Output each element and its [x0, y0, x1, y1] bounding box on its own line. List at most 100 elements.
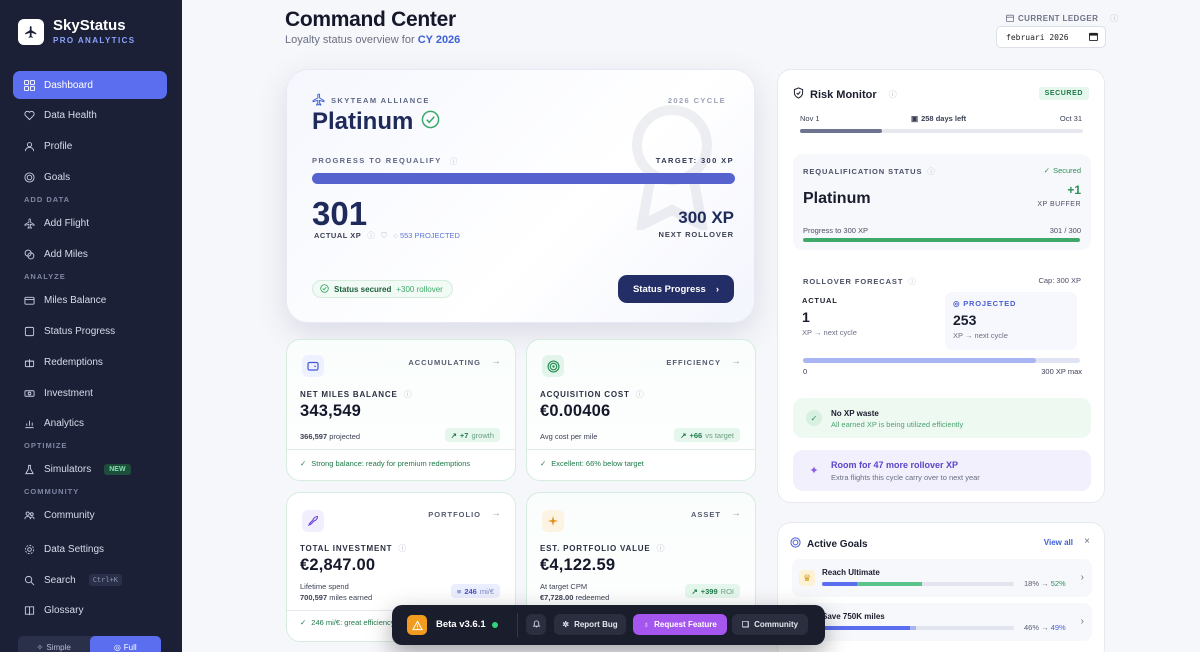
risk-title: Risk Monitor ⓘ — [793, 87, 897, 102]
card-footer: ✓ Excellent: 66% below target — [540, 459, 644, 468]
chevron-right-icon: › — [1080, 572, 1084, 583]
card-sub: Lifetime spend 700,597 miles earned — [300, 581, 372, 603]
notification-bell-button[interactable] — [526, 614, 546, 635]
sidebar-item-data-settings[interactable]: Data Settings — [13, 535, 167, 563]
money-icon — [23, 387, 35, 399]
alliance-text: SKYTEAM ALLIANCE — [331, 96, 430, 105]
goal-row[interactable]: ◍ Save 750K miles 46% → 49% › — [792, 603, 1092, 641]
req-status: ✓ Secured — [1044, 166, 1081, 175]
note-title: Room for 47 more rollover XP — [831, 460, 959, 470]
chevron-right-icon: › — [1080, 616, 1084, 627]
info-icon: ⓘ — [927, 167, 936, 176]
card-label-text: TOTAL INVESTMENT — [300, 544, 393, 553]
section-add-data: ADD DATA — [24, 195, 71, 204]
sidebar-item-community[interactable]: Community — [13, 501, 167, 529]
chart-icon — [23, 417, 35, 429]
status-progress-button[interactable]: Status Progress › — [618, 275, 734, 303]
sidebar-item-analytics[interactable]: Analytics — [13, 409, 167, 437]
card-sub-value: 700,597 — [300, 593, 328, 602]
goal-projected-fill — [910, 626, 917, 630]
mode-simple-button[interactable]: ✧ Simple — [18, 636, 90, 652]
target-label: TARGET: 300 XP — [655, 156, 734, 165]
days-left: ▣ 258 days left — [911, 114, 966, 123]
timeline-start: Nov 1 — [800, 114, 820, 123]
info-icon: ⓘ — [656, 544, 666, 553]
sparkle-icon: ✧ — [36, 642, 44, 652]
timeline-fill — [800, 129, 883, 133]
check-circle-icon: ✓ — [300, 618, 307, 627]
check-circle-icon — [421, 108, 440, 136]
sidebar-item-data-health[interactable]: Data Health — [13, 101, 167, 129]
card-sub: At target CPM €7,728.00 redeemed — [540, 581, 609, 603]
sidebar-item-label: Add Flight — [44, 217, 90, 229]
actual-xp-label: ACTUAL XP — [314, 231, 362, 240]
net-miles-card[interactable]: ACCUMULATING → NET MILES BALANCE ⓘ 343,54… — [286, 339, 516, 481]
goal-to: 52% — [1050, 579, 1066, 588]
goal-row[interactable]: ♛ Reach Ultimate 18% → 52% › — [792, 559, 1092, 597]
mode-full-label: Full — [123, 642, 137, 652]
sidebar-item-status-progress[interactable]: Status Progress — [13, 317, 167, 345]
view-all-link[interactable]: View all — [1044, 538, 1073, 547]
bell-icon — [532, 619, 541, 630]
sidebar-item-investment[interactable]: Investment — [13, 379, 167, 407]
sidebar-item-miles-balance[interactable]: Miles Balance — [13, 286, 167, 314]
sidebar-item-add-miles[interactable]: Add Miles — [13, 240, 167, 268]
brand-subtitle: PRO ANALYTICS — [53, 36, 136, 45]
chip-value: 246 — [464, 586, 477, 596]
sidebar-item-profile[interactable]: Profile — [13, 132, 167, 160]
close-icon[interactable]: × — [1084, 536, 1090, 547]
card-sub-text: projected — [329, 432, 361, 441]
card-kind: EFFICIENCY — [666, 358, 721, 367]
goal-from: 18% — [1024, 579, 1040, 588]
ledger-month-input[interactable]: februari 2026 — [996, 26, 1106, 48]
wallet-icon — [302, 355, 324, 377]
rollover-scale-max: 300 XP max — [1041, 367, 1082, 376]
card-sub-line1: At target CPM — [540, 582, 588, 591]
goals-title: Active Goals — [790, 537, 868, 551]
card-label-text: NET MILES BALANCE — [300, 390, 398, 399]
sidebar-item-glossary[interactable]: Glossary — [13, 596, 167, 624]
progress-label-text: PROGRESS TO REQUALIFY — [312, 156, 442, 165]
secured-badge: SECURED — [1038, 87, 1089, 100]
sidebar-item-goals[interactable]: Goals — [13, 163, 167, 191]
rollover-projected: ◎ PROJECTED 253 XP → next cycle — [945, 292, 1077, 350]
projected-heading-text: PROJECTED — [963, 299, 1017, 308]
info-icon: ⓘ — [888, 90, 897, 99]
report-bug-button[interactable]: ✲ Report Bug — [554, 614, 626, 635]
goals-title-text: Active Goals — [807, 538, 868, 550]
mode-full-button[interactable]: ◎ Full — [89, 636, 161, 652]
requalify-progress-bar — [312, 173, 735, 184]
req-status-text: Secured — [1053, 166, 1081, 175]
tier-name: Platinum — [312, 108, 440, 136]
chip-text: growth — [471, 430, 494, 440]
rollover-cap: Cap: 300 XP — [1038, 276, 1081, 285]
sidebar-item-search[interactable]: Search Ctrl+K — [13, 566, 167, 594]
version-label: Beta v3.6.1 — [436, 619, 498, 630]
check-circle-icon: ✓ — [300, 459, 307, 468]
req-label-text: REQUALIFICATION STATUS — [803, 167, 923, 176]
acquisition-cost-card[interactable]: EFFICIENCY → ACQUISITION COST ⓘ €0.00406 … — [526, 339, 756, 481]
growth-chip: ↗ +7 growth — [444, 428, 500, 442]
check-circle-icon: ✓ — [1043, 166, 1051, 175]
sidebar-item-dashboard[interactable]: Dashboard — [13, 71, 167, 99]
search-icon — [23, 574, 35, 586]
sidebar-item-add-flight[interactable]: Add Flight — [13, 209, 167, 237]
goal-progress-bar — [822, 582, 1014, 586]
warning-icon — [407, 615, 427, 635]
info-icon: ⓘ — [908, 277, 917, 286]
sidebar-item-redemptions[interactable]: Redemptions — [13, 348, 167, 376]
community-button[interactable]: ❏ Community — [732, 614, 808, 635]
report-bug-label: Report Bug — [574, 620, 618, 629]
requalification-panel: REQUALIFICATION STATUS ⓘ ✓ Secured Platinu… — [793, 154, 1091, 250]
request-feature-button[interactable]: ♁ Request Feature — [633, 614, 727, 635]
brand[interactable]: SkyStatus PRO ANALYTICS — [18, 18, 136, 45]
goal-name: Save 750K miles — [822, 612, 885, 621]
shield-icon: ⛉ — [381, 230, 388, 240]
timeline-end: Oct 31 — [1059, 114, 1082, 123]
calendar-picker-icon[interactable] — [1089, 32, 1098, 43]
layers-icon: ◎ — [113, 642, 121, 652]
gift-icon — [23, 356, 35, 368]
plane-icon — [312, 93, 325, 108]
sidebar-item-simulators[interactable]: Simulators NEW — [13, 455, 167, 483]
rollover-bar-fill — [803, 358, 1036, 363]
